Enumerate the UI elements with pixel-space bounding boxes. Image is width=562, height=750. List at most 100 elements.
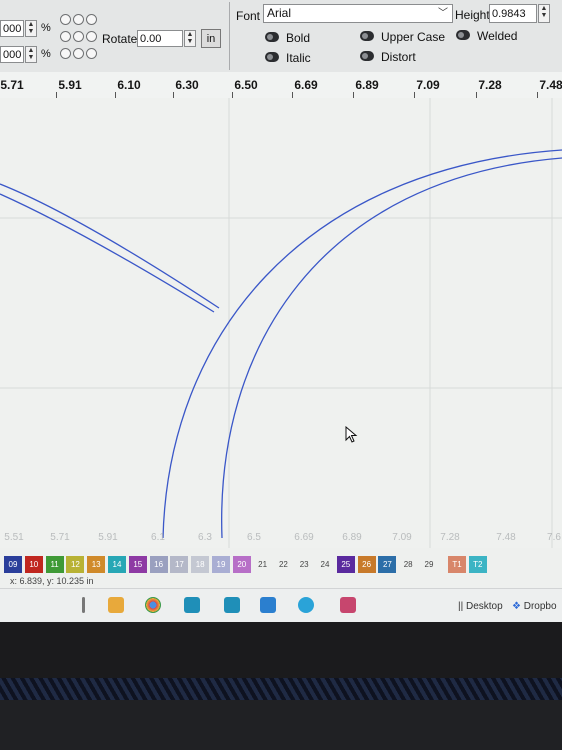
color-swatch[interactable]: 17 [170, 556, 189, 573]
ruler-tick-label: 6.50 [234, 78, 258, 92]
scale-x-input[interactable]: 000 [0, 20, 24, 37]
distort-label: Distort [381, 50, 416, 64]
bottom-ruler-tick-label: 5.91 [98, 532, 118, 543]
height-input[interactable]: 0.9843 [489, 4, 537, 23]
bottom-ruler-tick-label: 6.89 [342, 532, 362, 543]
color-swatch[interactable]: 24 [316, 556, 334, 573]
scale-y-spinner[interactable]: ▲ ▼ [25, 46, 37, 63]
toolbar-divider [229, 2, 230, 70]
ruler-tick-label: 5.71 [0, 78, 24, 92]
color-swatch[interactable]: 11 [45, 556, 64, 573]
anchor-top-center-icon[interactable] [73, 14, 84, 25]
ruler-tick-label: 6.89 [355, 78, 379, 92]
edge-icon[interactable] [298, 597, 314, 613]
font-label: Font [236, 9, 261, 23]
color-swatch[interactable]: 22 [274, 556, 293, 573]
bottom-ruler-tick-label: 5.71 [50, 532, 70, 543]
height-spinner[interactable]: ▲ ▼ [538, 4, 550, 23]
color-swatch[interactable]: 09 [4, 556, 22, 573]
design-canvas[interactable] [0, 98, 562, 548]
bottom-ruler-tick-label: 5.51 [4, 532, 24, 543]
color-swatch[interactable]: 14 [108, 556, 126, 573]
curve-left-inner[interactable] [0, 193, 215, 313]
bottom-ruler-tick-label: 6.5 [247, 532, 261, 543]
color-swatch[interactable]: 19 [212, 556, 230, 573]
upper-case-toggle[interactable] [360, 31, 374, 41]
color-swatch[interactable]: 12 [66, 556, 85, 573]
canvas-grid [0, 98, 562, 548]
color-swatch[interactable]: 10 [24, 556, 43, 573]
anchor-top-right-icon[interactable] [86, 14, 97, 25]
color-swatch[interactable]: 23 [295, 556, 314, 573]
font-select[interactable]: Arial ﹀ [263, 4, 453, 23]
anchor-middle-right-icon[interactable] [86, 31, 97, 42]
color-swatch[interactable]: 25 [336, 556, 355, 573]
taskbar-divider [82, 597, 85, 613]
welded-toggle[interactable] [456, 30, 470, 40]
anchor-center-icon[interactable] [73, 31, 84, 42]
app-icon-2[interactable] [224, 597, 240, 613]
bold-label: Bold [286, 31, 311, 45]
app-icon-1[interactable] [184, 597, 200, 613]
rotate-label: Rotate [102, 32, 138, 46]
italic-toggle[interactable] [265, 52, 279, 62]
design-app-icon[interactable] [340, 597, 356, 613]
desktop-toolbar[interactable]: || Desktop [458, 601, 503, 612]
horizontal-ruler: 5.71 5.91 6.10 6.30 6.50 6.69 6.89 7.09 7.28 7.48 [0, 72, 562, 99]
distort-toggle[interactable] [360, 51, 374, 61]
arc-inner[interactable] [221, 157, 562, 539]
file-explorer-icon[interactable] [108, 597, 124, 613]
toolbar: 000 ▲ ▼ % 000 ▲ ▼ % Rotate 0.00 ▲ ▼ in Font… [0, 0, 562, 73]
color-swatch[interactable]: 18 [191, 556, 210, 573]
ruler-tick-label: 6.10 [117, 78, 141, 92]
anchor-bottom-right-icon[interactable] [86, 48, 97, 59]
screen: 000 ▲ ▼ % 000 ▲ ▼ % Rotate 0.00 ▲ ▼ in Font… [0, 0, 562, 622]
color-swatch[interactable]: 15 [128, 556, 147, 573]
dropbox-icon: ❖ [512, 601, 521, 612]
monitor-bezel-stripe [0, 678, 562, 700]
dropbox-tray[interactable]: ❖ Dropbo [512, 601, 557, 612]
font-select-value: Arial [267, 6, 292, 20]
anchor-bottom-left-icon[interactable] [60, 48, 71, 59]
color-swatch[interactable]: 13 [87, 556, 106, 573]
color-swatch[interactable]: 26 [357, 556, 376, 573]
anchor-top-left-icon[interactable] [60, 14, 71, 25]
scale-x-percent: % [41, 22, 51, 34]
scale-y-percent: % [41, 48, 51, 60]
scale-x-spinner[interactable]: ▲ ▼ [25, 20, 37, 37]
color-swatch[interactable]: T2 [468, 556, 487, 573]
color-swatch[interactable]: 20 [232, 556, 251, 573]
ruler-tick-label: 6.30 [175, 78, 199, 92]
bottom-ruler-tick-label: 7.6 [547, 532, 561, 543]
color-palette: 09 10 11 12 13 14 15 16 17 18 19 20 21 22 23 24 25 26 27 28… [0, 554, 562, 576]
color-swatch[interactable]: T1 [448, 556, 466, 573]
app-icon-3[interactable] [260, 597, 276, 613]
color-swatch[interactable]: 27 [378, 556, 397, 573]
chevron-down-icon: ﹀ [438, 8, 448, 19]
color-swatch[interactable]: 29 [420, 556, 438, 573]
bottom-ruler: 5.51 5.71 5.91 6.1 6.3 6.5 6.69 6.89 7.09 7.28 7.4… [0, 530, 562, 550]
dropbox-label: Dropbo [523, 601, 557, 612]
chrome-icon[interactable] [145, 597, 161, 613]
bottom-ruler-tick-label: 6.3 [198, 532, 212, 543]
color-swatch[interactable]: 28 [399, 556, 418, 573]
anchor-bottom-center-icon[interactable] [73, 48, 84, 59]
taskbar: || Desktop ❖ Dropbo [0, 588, 562, 622]
rotate-input[interactable]: 0.00 [137, 30, 183, 47]
anchor-middle-left-icon[interactable] [60, 31, 71, 42]
canvas-drawing [0, 98, 562, 548]
bold-toggle[interactable] [265, 32, 279, 42]
bottom-ruler-tick-label: 6.1 [151, 532, 165, 543]
color-swatch[interactable]: 21 [253, 556, 272, 573]
scale-y-input[interactable]: 000 [0, 46, 24, 63]
unit-button[interactable]: in [201, 29, 221, 48]
bottom-ruler-tick-label: 7.09 [392, 532, 412, 543]
cursor-coordinates: x: 6.839, y: 10.235 in [10, 576, 94, 586]
rotate-spinner[interactable]: ▲ ▼ [184, 30, 196, 47]
curve-left-outer[interactable] [0, 183, 220, 309]
color-swatch[interactable]: 16 [149, 556, 168, 573]
upper-case-label: Upper Case [381, 30, 446, 44]
ruler-tick-label: 7.28 [478, 78, 502, 92]
monitor-bezel [0, 700, 562, 750]
desktop-label: Desktop [465, 601, 503, 612]
